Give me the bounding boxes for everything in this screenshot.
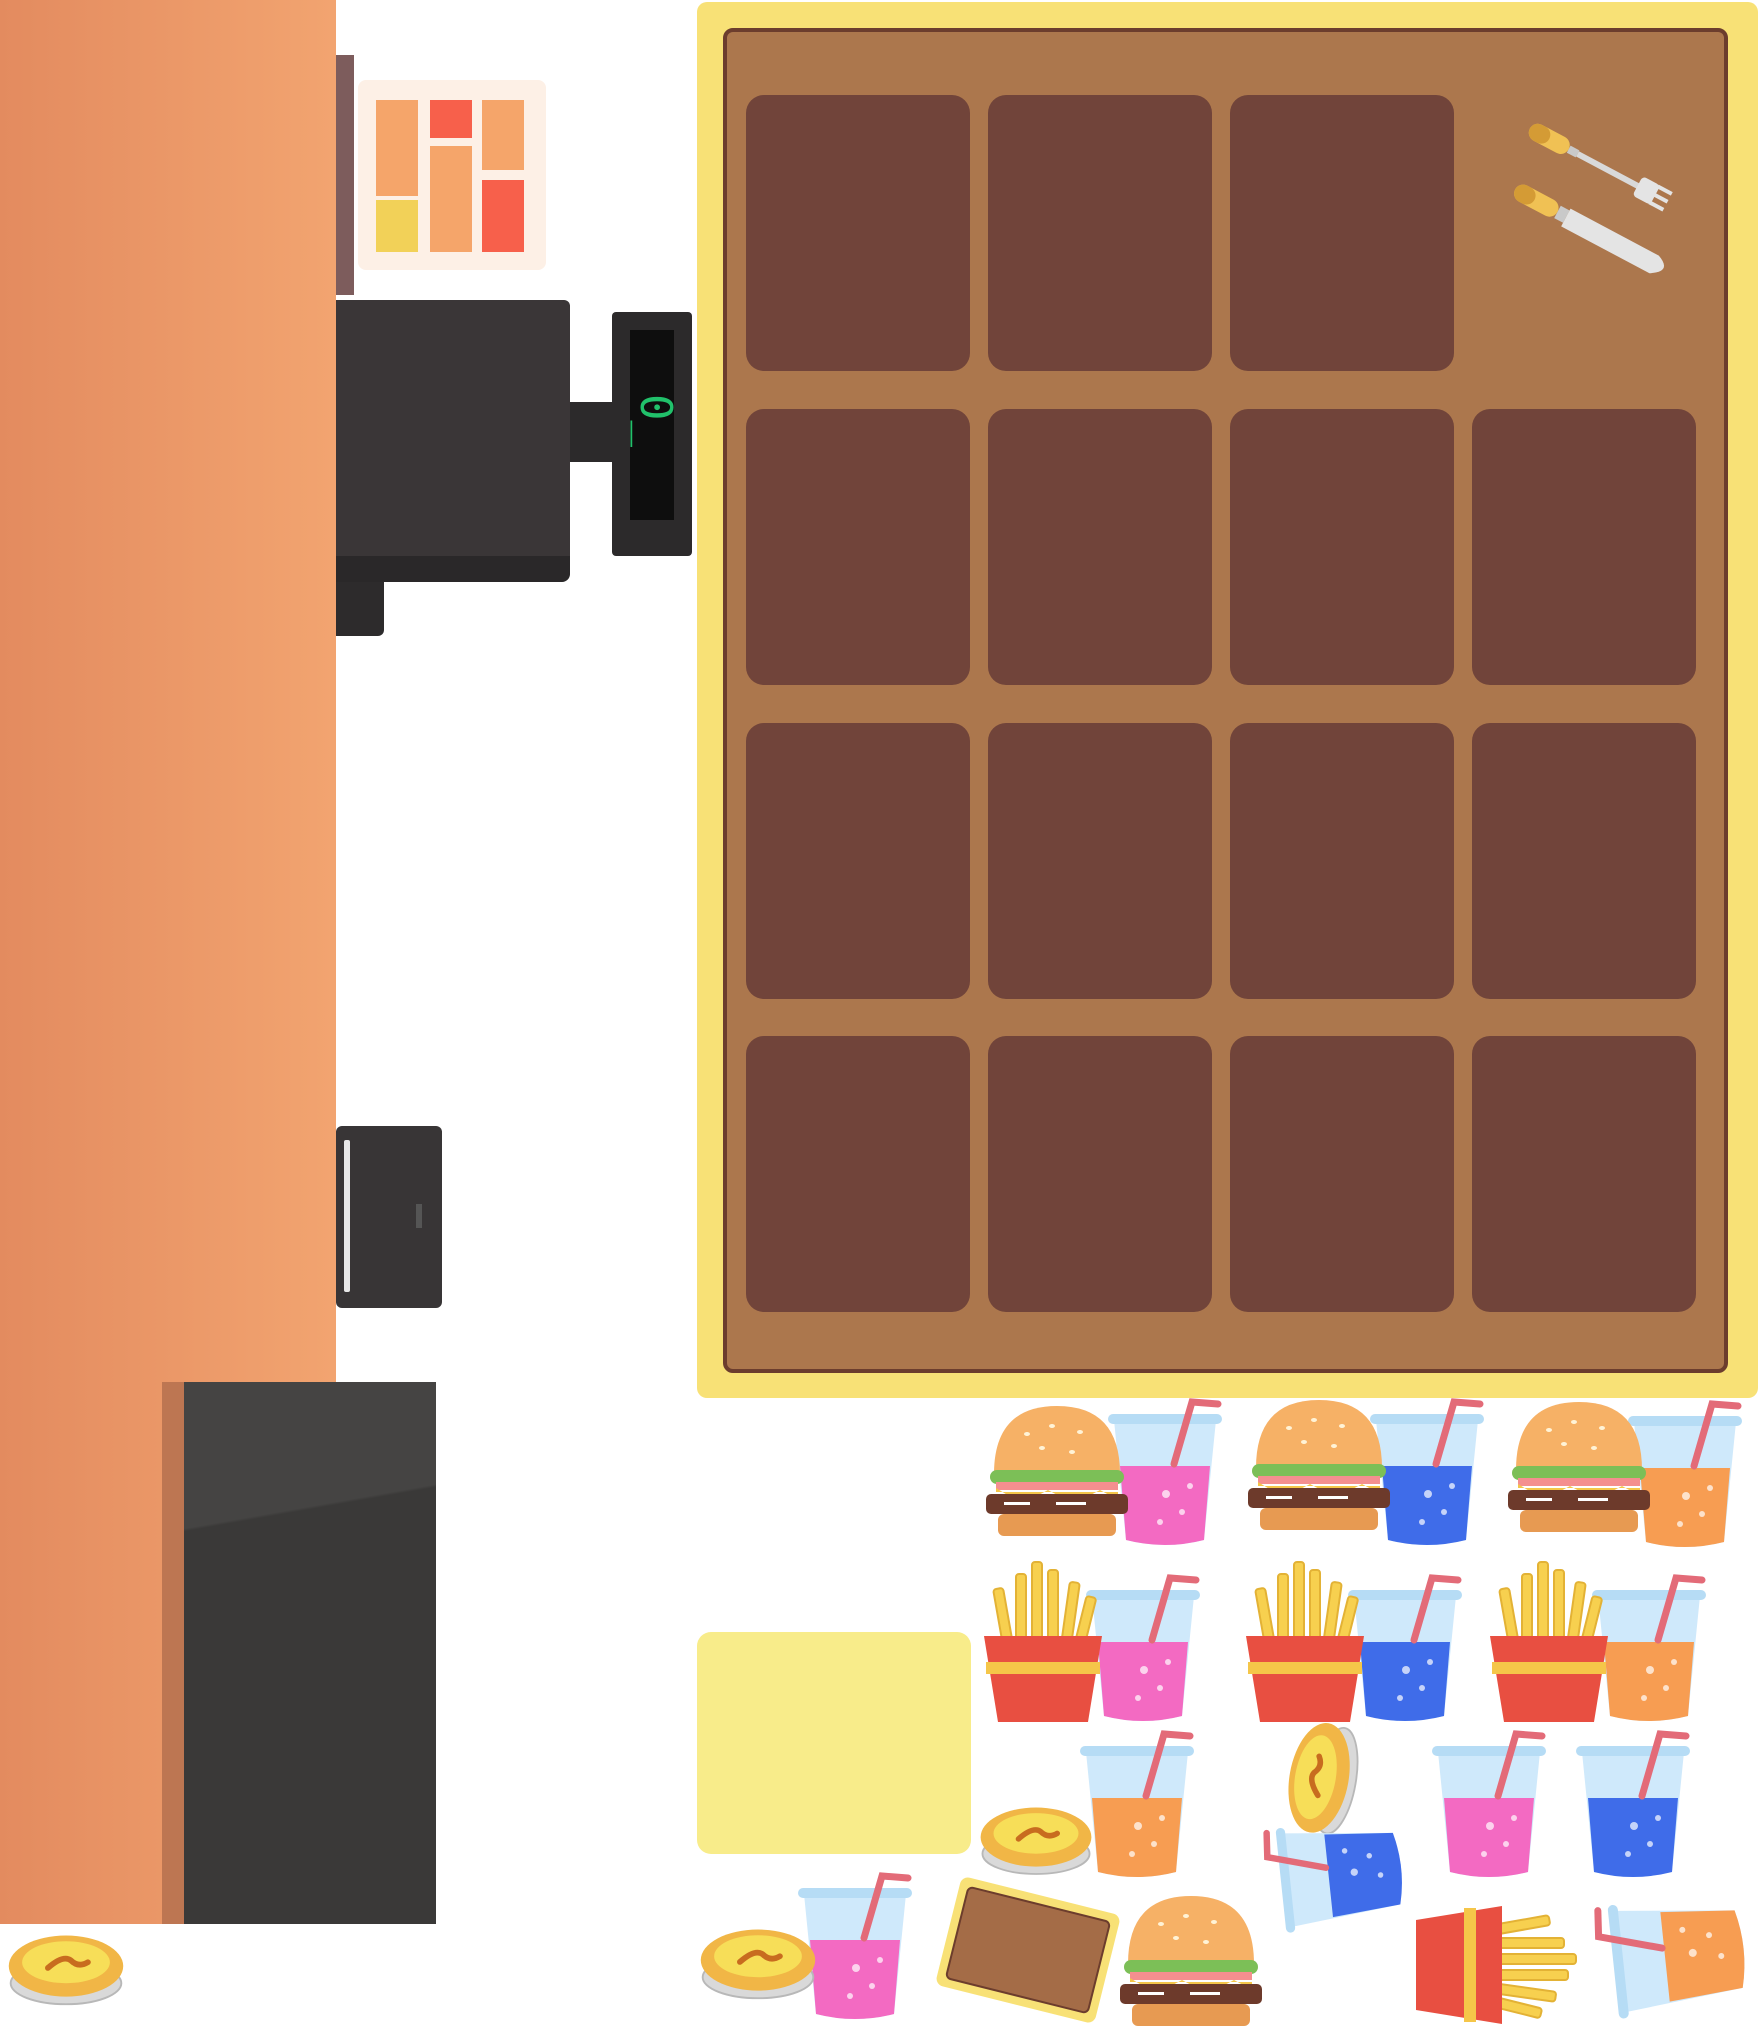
burger-icon	[1244, 1390, 1394, 1540]
cabinet-edge	[162, 1382, 184, 1924]
serving-plate[interactable]	[697, 1632, 971, 1854]
register-foot	[336, 582, 384, 636]
burger-icon	[1504, 1392, 1654, 1542]
burger-orange-drink-combo[interactable]	[1504, 1392, 1654, 1552]
register-arm	[570, 402, 614, 462]
board-slot-r2-c2[interactable]	[988, 409, 1212, 685]
display-screen: 0_	[630, 330, 681, 520]
menu-board	[358, 80, 546, 270]
tipped-fries[interactable]	[1412, 1900, 1582, 2030]
register-display: 0_	[612, 312, 692, 556]
fries-icon	[978, 1556, 1108, 1726]
burger[interactable]	[1116, 1886, 1266, 2036]
board-slot-r4-c1[interactable]	[746, 1036, 970, 1312]
card-reader[interactable]	[336, 1126, 442, 1308]
board-slot-r2-c4[interactable]	[1472, 409, 1696, 685]
board-slot-r3-c1[interactable]	[746, 723, 970, 999]
utensils	[1472, 95, 1696, 371]
fries-icon	[1484, 1556, 1614, 1726]
board-slot-r3-c2[interactable]	[988, 723, 1212, 999]
fries-pink-drink-combo[interactable]	[978, 1556, 1118, 1726]
board-slot-r1-c3[interactable]	[1230, 95, 1454, 371]
pink-drink[interactable]	[1424, 1726, 1554, 1886]
board-slot-r1-c2[interactable]	[988, 95, 1212, 371]
blue-drink[interactable]	[1568, 1726, 1698, 1886]
board-slot-r4-c2[interactable]	[988, 1036, 1212, 1312]
fries-icon	[1240, 1556, 1370, 1726]
egg-tart-small[interactable]	[696, 1918, 820, 2004]
menu-board-strip	[336, 55, 354, 295]
board-slot-r4-c3[interactable]	[1230, 1036, 1454, 1312]
burger-blue-drink-combo[interactable]	[1244, 1390, 1394, 1550]
board-slot-r1-c1[interactable]	[746, 95, 970, 371]
display-value: 0_	[630, 393, 681, 447]
tipped-blue-drink[interactable]	[1255, 1807, 1417, 1942]
card-slot	[344, 1140, 350, 1292]
cabinet	[184, 1382, 436, 1924]
fork-knife-icon	[1514, 123, 1673, 274]
tipped-orange-drink[interactable]	[1587, 1883, 1758, 2029]
board-slot-r3-c3[interactable]	[1230, 723, 1454, 999]
burger-pink-drink-combo[interactable]	[982, 1396, 1132, 1556]
board-slot-r4-c4[interactable]	[1472, 1036, 1696, 1312]
cash-register	[336, 300, 570, 582]
egg-tart-on-counter[interactable]	[4, 1924, 128, 2010]
board-slot-r2-c1[interactable]	[746, 409, 970, 685]
tray[interactable]	[934, 1875, 1122, 2025]
burger-icon	[982, 1396, 1132, 1546]
board-frame	[697, 2, 1758, 1398]
egg-tart[interactable]	[976, 1796, 1096, 1880]
game-board	[723, 28, 1728, 1373]
tray-surface	[944, 1885, 1112, 2015]
board-slot-r2-c3[interactable]	[1230, 409, 1454, 685]
fries-blue-drink-combo[interactable]	[1240, 1556, 1380, 1726]
register-base	[336, 556, 570, 582]
board-slot-r3-c4[interactable]	[1472, 723, 1696, 999]
fries-orange-drink-combo[interactable]	[1484, 1556, 1624, 1726]
card-reader-led	[416, 1204, 422, 1228]
